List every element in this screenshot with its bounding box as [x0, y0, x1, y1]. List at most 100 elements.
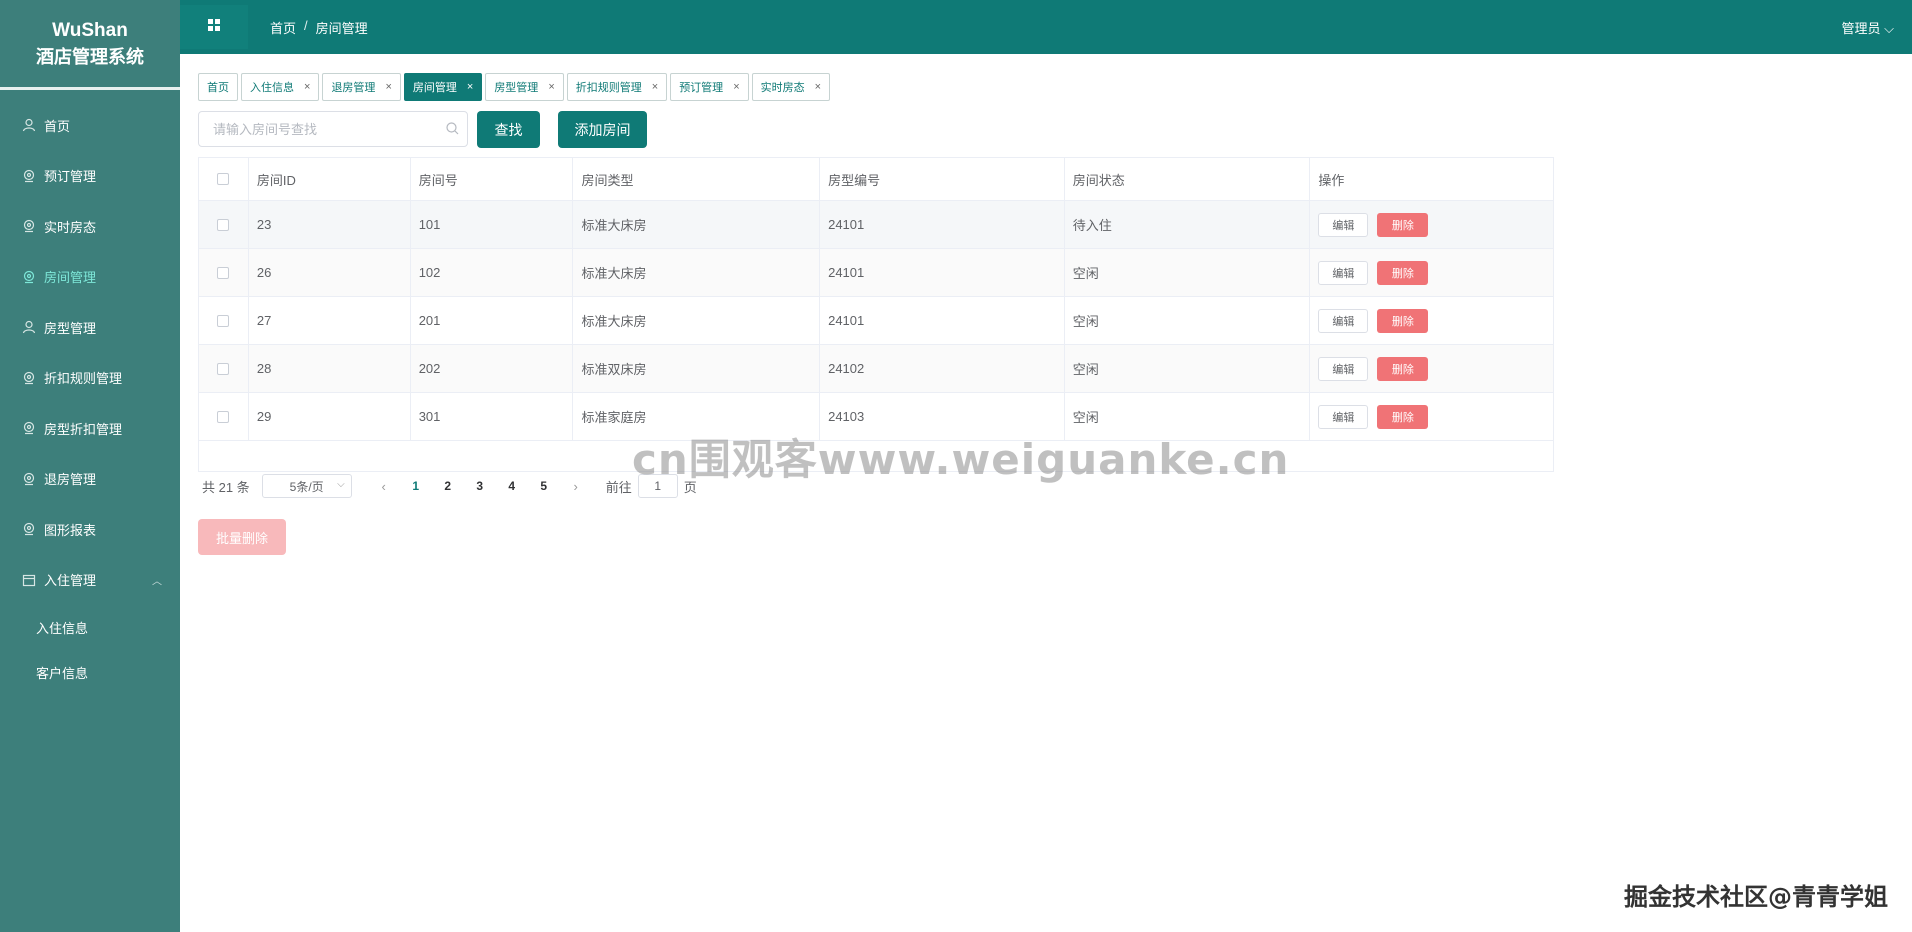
search-box[interactable]: [198, 111, 468, 147]
close-icon[interactable]: ×: [548, 81, 554, 93]
sidebar-item[interactable]: 退房管理: [0, 454, 180, 505]
close-icon[interactable]: ×: [467, 81, 473, 93]
tab-label: 房间管理: [412, 82, 457, 94]
edit-button[interactable]: 编辑: [1318, 356, 1369, 381]
table-cell: 标准大床房: [573, 249, 821, 296]
close-icon[interactable]: ×: [652, 81, 658, 93]
tab-tag[interactable]: 退房管理 ×: [322, 73, 401, 101]
tab-tag[interactable]: 首页: [198, 73, 238, 101]
grid-icon: [208, 18, 220, 36]
close-icon[interactable]: ×: [733, 81, 739, 93]
row-checkbox[interactable]: [217, 410, 230, 423]
tags-view: 首页 入住信息 × 退房管理 × 房间管理 × 房型管理 × 折扣规则管理 × 预订管理 × 实时房态 ×: [198, 73, 831, 101]
close-icon[interactable]: ×: [385, 81, 391, 93]
tab-tag[interactable]: 实时房态 ×: [751, 73, 831, 101]
tab-tag[interactable]: 房间管理 ×: [403, 73, 483, 101]
table-cell: 24101: [820, 201, 1065, 248]
next-page-icon[interactable]: ›: [560, 479, 592, 494]
collapse-menu-button[interactable]: [180, 5, 248, 49]
user-menu[interactable]: 管理员 ⌵: [1842, 18, 1895, 37]
row-checkbox[interactable]: [217, 266, 230, 279]
table-cell: 27: [249, 297, 411, 344]
row-checkbox[interactable]: [217, 218, 230, 231]
actions-cell: 编辑 删除: [1310, 297, 1553, 344]
sidebar-item[interactable]: 房型折扣管理: [0, 403, 180, 454]
pin-icon: [22, 421, 36, 435]
chevron-down-icon: ⌵: [1884, 21, 1894, 36]
table-cell: 待入住: [1065, 201, 1311, 248]
sidebar-subitem[interactable]: 入住信息: [0, 605, 180, 650]
edit-button[interactable]: 编辑: [1318, 260, 1369, 285]
table-cell: 102: [411, 249, 574, 296]
breadcrumb: 首页 / 房间管理: [270, 18, 368, 37]
top-bar: 首页 / 房间管理 管理员 ⌵: [180, 0, 1912, 54]
sidebar-item-label: 图形报表: [44, 522, 97, 538]
table-body: 23 101 标准大床房 24101 待入住 编辑 删除 26 102 标准大床房 24101 空闲编…: [199, 201, 1553, 441]
watermark: cn围观客www.weiguanke.cn: [632, 435, 1290, 484]
edit-button[interactable]: 编辑: [1318, 212, 1369, 237]
search-button[interactable]: 查找: [477, 111, 540, 148]
page-number[interactable]: 2: [432, 479, 464, 493]
prev-page-icon[interactable]: ‹: [368, 479, 400, 494]
delete-button[interactable]: 删除: [1377, 212, 1429, 237]
delete-button[interactable]: 删除: [1377, 356, 1429, 381]
table-row: 28 202 标准双床房 24102 空闲 编辑 删除: [199, 345, 1553, 393]
breadcrumb-home[interactable]: 首页: [270, 18, 296, 37]
table-cell: 标准双床房: [573, 345, 821, 392]
table-cell: 301: [411, 393, 574, 440]
sidebar: WuShan 酒店管理系统 首页预订管理实时房态 房间管理房型管理折扣规则管理 房型…: [0, 0, 180, 932]
sidebar-item[interactable]: 房间管理: [0, 252, 180, 303]
pin-icon: [22, 219, 36, 233]
sidebar-item-label: 房型管理: [44, 320, 97, 336]
tab-tag[interactable]: 房型管理 ×: [485, 73, 564, 101]
table-cell: 29: [249, 393, 411, 440]
sidebar-item-label: 首页: [44, 118, 71, 134]
actions-cell: 编辑 删除: [1310, 249, 1553, 296]
column-header: 房型编号: [820, 158, 1065, 200]
row-checkbox[interactable]: [217, 362, 230, 375]
select-all-checkbox[interactable]: [217, 173, 230, 185]
app-logo: WuShan 酒店管理系统: [0, 0, 180, 90]
sidebar-item[interactable]: 首页: [0, 100, 180, 151]
sidebar-subitem[interactable]: 客户信息: [0, 650, 180, 695]
column-header: 房间号: [411, 158, 574, 200]
table-cell: 空闲: [1065, 297, 1311, 344]
sidebar-item[interactable]: 图形报表: [0, 504, 180, 555]
tab-label: 实时房态: [760, 82, 805, 94]
tab-tag[interactable]: 预订管理 ×: [670, 73, 749, 101]
table-cell: 202: [411, 345, 574, 392]
table-cell: 空闲: [1065, 345, 1311, 392]
page-number[interactable]: 5: [528, 479, 560, 493]
page-number[interactable]: 3: [464, 479, 496, 493]
sidebar-item-label: 预订管理: [44, 169, 97, 185]
table-cell: 24101: [820, 249, 1065, 296]
chevron-up-icon: ︿: [152, 576, 162, 588]
page-number[interactable]: 4: [496, 479, 528, 493]
table-cell: 23: [249, 201, 411, 248]
sidebar-item[interactable]: 入住管理 ︿: [0, 555, 180, 606]
delete-button[interactable]: 删除: [1377, 308, 1429, 333]
search-input[interactable]: [213, 121, 433, 137]
pin-icon: [22, 522, 36, 536]
row-checkbox[interactable]: [217, 314, 230, 327]
pin-icon: [22, 472, 36, 486]
chevron-down-icon: ⌵: [337, 479, 345, 490]
sidebar-item[interactable]: 折扣规则管理: [0, 353, 180, 404]
close-icon[interactable]: ×: [815, 81, 821, 93]
add-room-button[interactable]: 添加房间: [558, 111, 647, 148]
page-size-select[interactable]: 5条/页 ⌵: [261, 474, 352, 498]
delete-button[interactable]: 删除: [1377, 260, 1429, 285]
page-number[interactable]: 1: [400, 479, 432, 493]
close-icon[interactable]: ×: [304, 81, 310, 93]
tab-tag[interactable]: 入住信息 ×: [241, 73, 320, 101]
sidebar-item[interactable]: 实时房态: [0, 201, 180, 252]
app-title: WuShan: [52, 20, 128, 41]
sidebar-item[interactable]: 预订管理: [0, 151, 180, 202]
edit-button[interactable]: 编辑: [1318, 404, 1369, 429]
tab-tag[interactable]: 折扣规则管理 ×: [566, 73, 668, 101]
edit-button[interactable]: 编辑: [1318, 308, 1369, 333]
delete-button[interactable]: 删除: [1377, 404, 1429, 429]
batch-delete-button[interactable]: 批量删除: [198, 519, 286, 555]
table-cell: 201: [411, 297, 574, 344]
sidebar-item[interactable]: 房型管理: [0, 302, 180, 353]
